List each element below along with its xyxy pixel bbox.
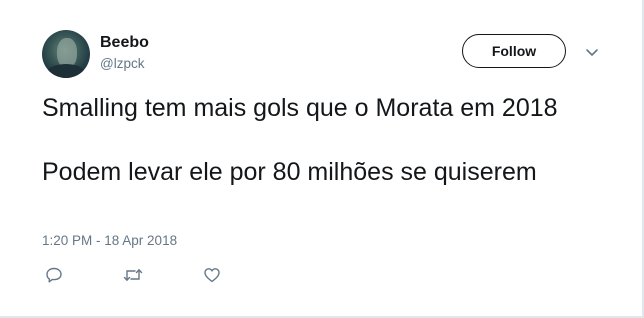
like-icon[interactable] [203,266,221,284]
avatar-shoulders [46,64,86,78]
avatar[interactable] [42,30,90,78]
tweet-timestamp[interactable]: 1:20 PM - 18 Apr 2018 [42,233,177,248]
follow-button[interactable]: Follow [462,34,566,68]
reply-icon[interactable] [45,266,63,284]
chevron-down-icon[interactable] [584,44,600,60]
retweet-icon[interactable] [123,266,143,284]
tweet-card: Beebo @lzpck Follow Smalling tem mais go… [0,0,644,318]
tweet-paragraph: Podem levar ele por 80 milhões se quiser… [42,158,537,186]
tweet-text: Smalling tem mais gols que o Morata em 2… [42,92,602,188]
user-name[interactable]: Beebo [100,34,149,52]
user-handle[interactable]: @lzpck [100,56,144,71]
tweet-paragraph: Smalling tem mais gols que o Morata em 2… [42,94,558,122]
